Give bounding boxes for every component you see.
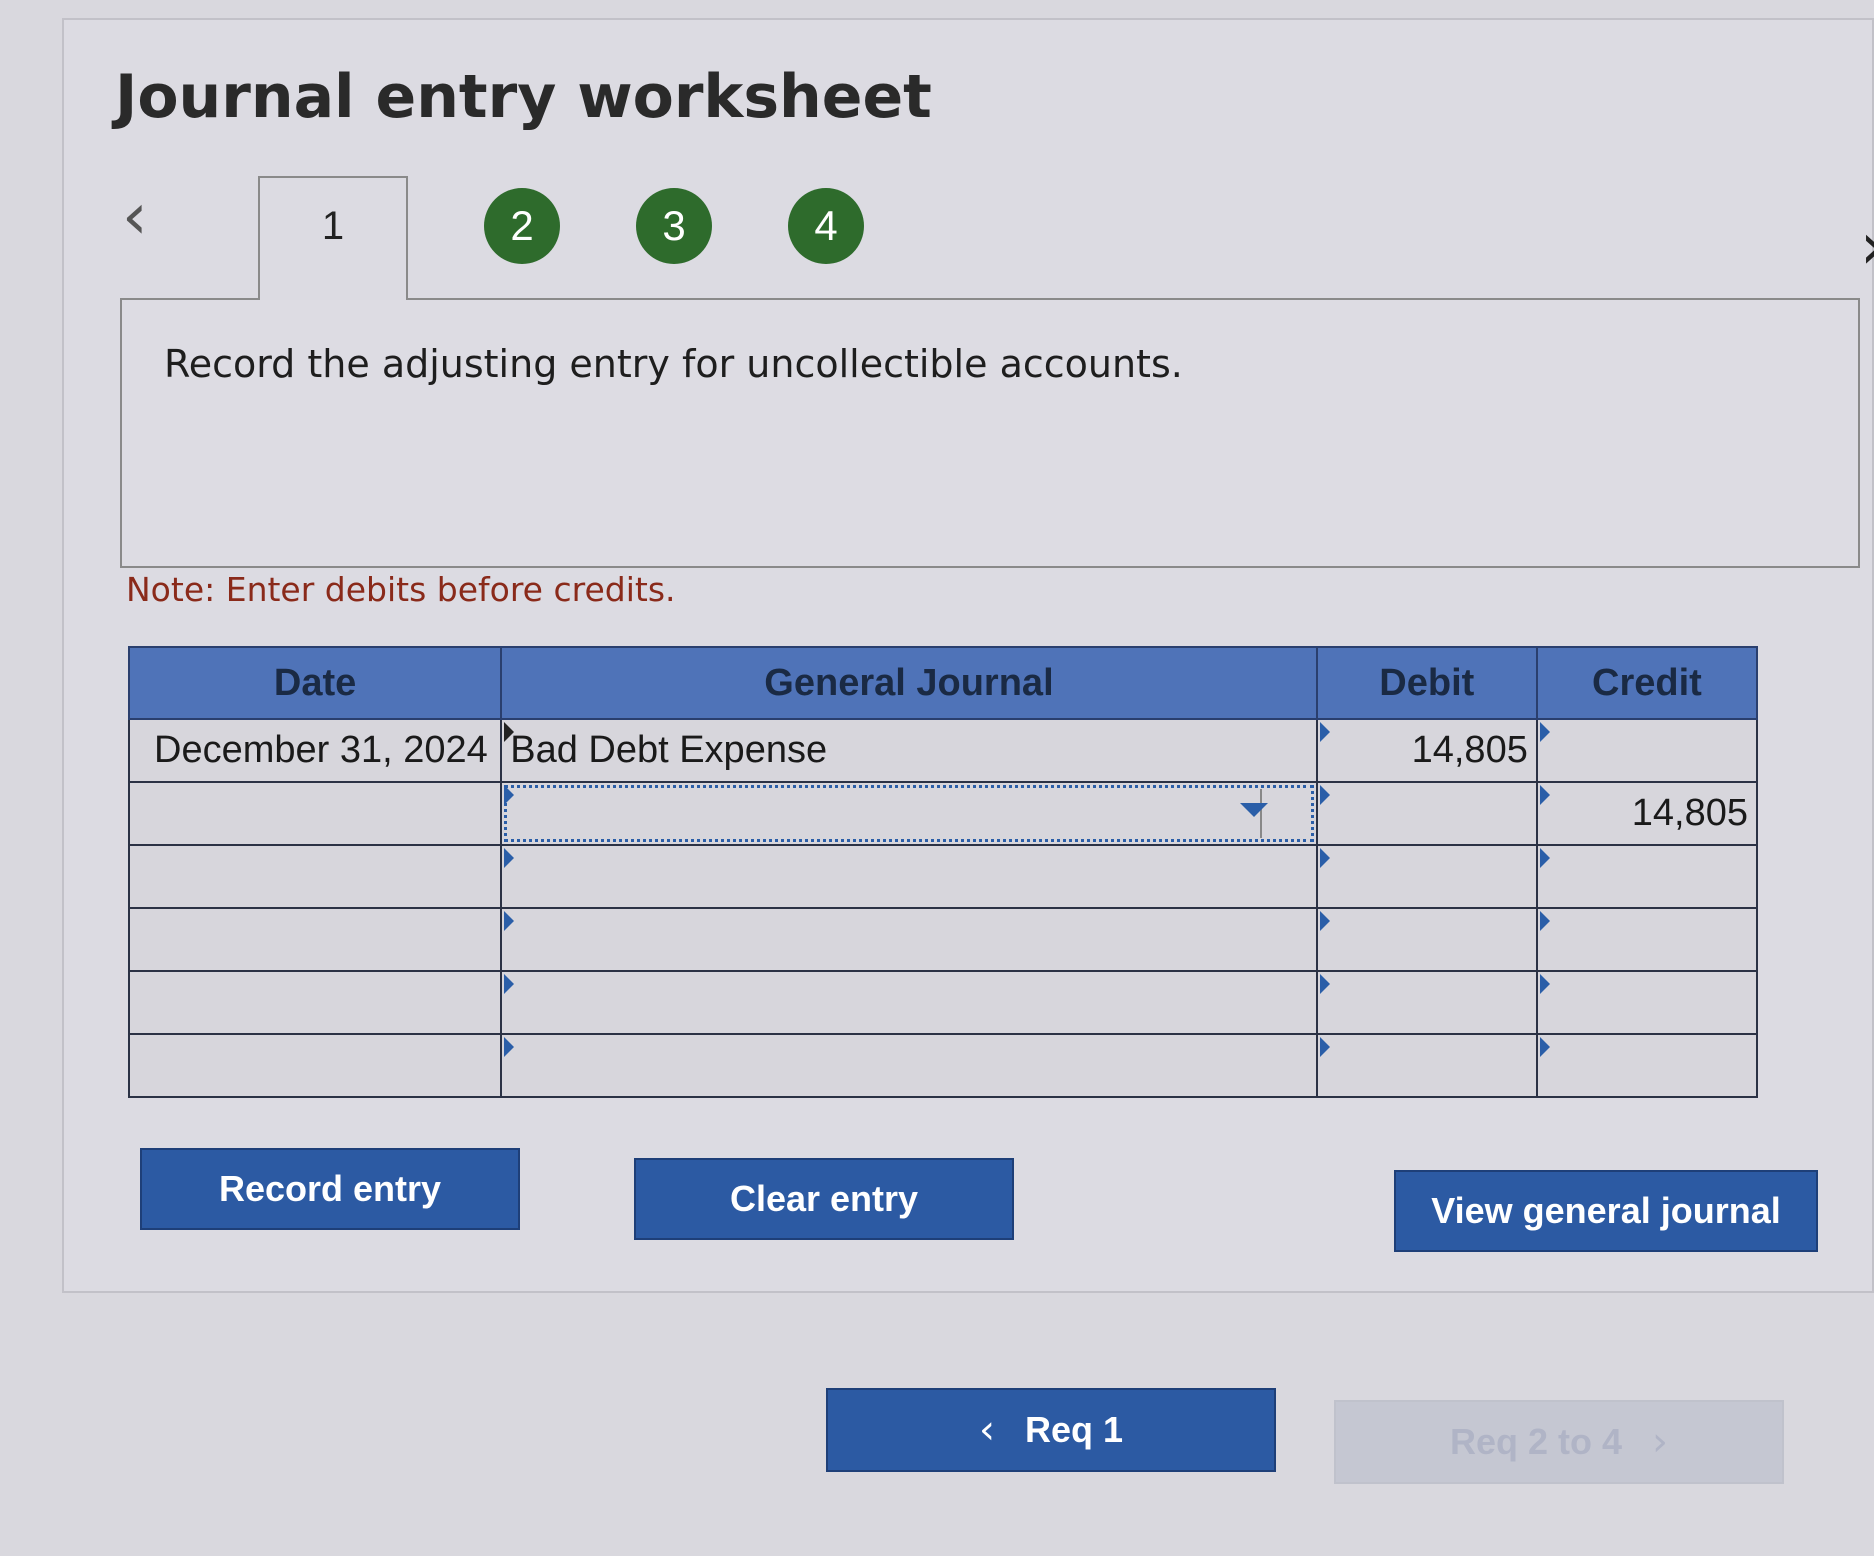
view-general-journal-button[interactable]: View general journal <box>1394 1170 1818 1252</box>
credit-cell[interactable] <box>1535 970 1759 1035</box>
header-date: Date <box>127 646 503 720</box>
debit-cell[interactable] <box>1315 781 1538 846</box>
instruction-text: Record the adjusting entry for uncollect… <box>164 342 1183 386</box>
date-cell[interactable] <box>127 781 503 846</box>
account-cell[interactable] <box>500 907 1318 972</box>
account-cell[interactable] <box>500 970 1318 1035</box>
page-title: Journal entry worksheet <box>115 62 932 132</box>
table-row <box>127 1033 1759 1098</box>
header-debit: Debit <box>1315 646 1538 720</box>
note-text: Note: Enter debits before credits. <box>126 570 676 609</box>
date-cell[interactable] <box>127 907 503 972</box>
header-general-journal: General Journal <box>500 646 1318 720</box>
date-cell[interactable] <box>127 1033 503 1098</box>
debit-cell[interactable] <box>1315 970 1538 1035</box>
chevron-left-icon[interactable]: ‹ <box>122 185 148 249</box>
date-cell[interactable]: December 31, 2024 <box>127 718 503 783</box>
chevron-down-icon[interactable] <box>1239 803 1268 817</box>
step-tab-label: 1 <box>321 204 345 248</box>
debit-cell[interactable]: 14,805 <box>1315 718 1538 783</box>
credit-cell[interactable]: 14,805 <box>1535 781 1759 846</box>
step-badge-3[interactable]: 3 <box>636 188 712 264</box>
record-entry-button[interactable]: Record entry <box>140 1148 520 1230</box>
credit-cell[interactable] <box>1535 844 1759 909</box>
step-badge-2[interactable]: 2 <box>484 188 560 264</box>
prev-req-button[interactable]: ‹ Req 1 <box>826 1388 1276 1472</box>
table-row <box>127 907 1759 972</box>
prev-req-label: Req 1 <box>1024 1409 1124 1450</box>
journal-table: Date General Journal Debit Credit Decemb… <box>127 646 1759 1098</box>
next-req-button: Req 2 to 4 › <box>1334 1400 1784 1484</box>
header-credit: Credit <box>1535 646 1759 720</box>
table-row <box>127 844 1759 909</box>
step-badge-4[interactable]: 4 <box>788 188 864 264</box>
table-row: December 31, 2024 Bad Debt Expense 14,80… <box>127 718 1759 783</box>
account-select[interactable] <box>500 781 1318 846</box>
credit-cell[interactable] <box>1535 1033 1759 1098</box>
credit-cell[interactable] <box>1535 718 1759 783</box>
chevron-right-icon: › <box>1652 1419 1669 1465</box>
account-cell[interactable]: Bad Debt Expense <box>500 718 1318 783</box>
chevron-right-icon[interactable]: › <box>1860 215 1874 279</box>
date-cell[interactable] <box>127 844 503 909</box>
account-cell[interactable] <box>500 844 1318 909</box>
next-req-label: Req 2 to 4 <box>1449 1421 1623 1462</box>
debit-cell[interactable] <box>1315 844 1538 909</box>
step-tab-1[interactable]: 1 <box>258 176 408 300</box>
table-row: 14,805 <box>127 781 1759 846</box>
table-row <box>127 970 1759 1035</box>
account-cell[interactable] <box>500 1033 1318 1098</box>
credit-cell[interactable] <box>1535 907 1759 972</box>
clear-entry-button[interactable]: Clear entry <box>634 1158 1014 1240</box>
instruction-box: Record the adjusting entry for uncollect… <box>120 298 1860 568</box>
debit-cell[interactable] <box>1315 1033 1538 1098</box>
table-header-row: Date General Journal Debit Credit <box>127 646 1759 720</box>
chevron-left-icon: ‹ <box>978 1407 995 1453</box>
date-cell[interactable] <box>127 970 503 1035</box>
debit-cell[interactable] <box>1315 907 1538 972</box>
